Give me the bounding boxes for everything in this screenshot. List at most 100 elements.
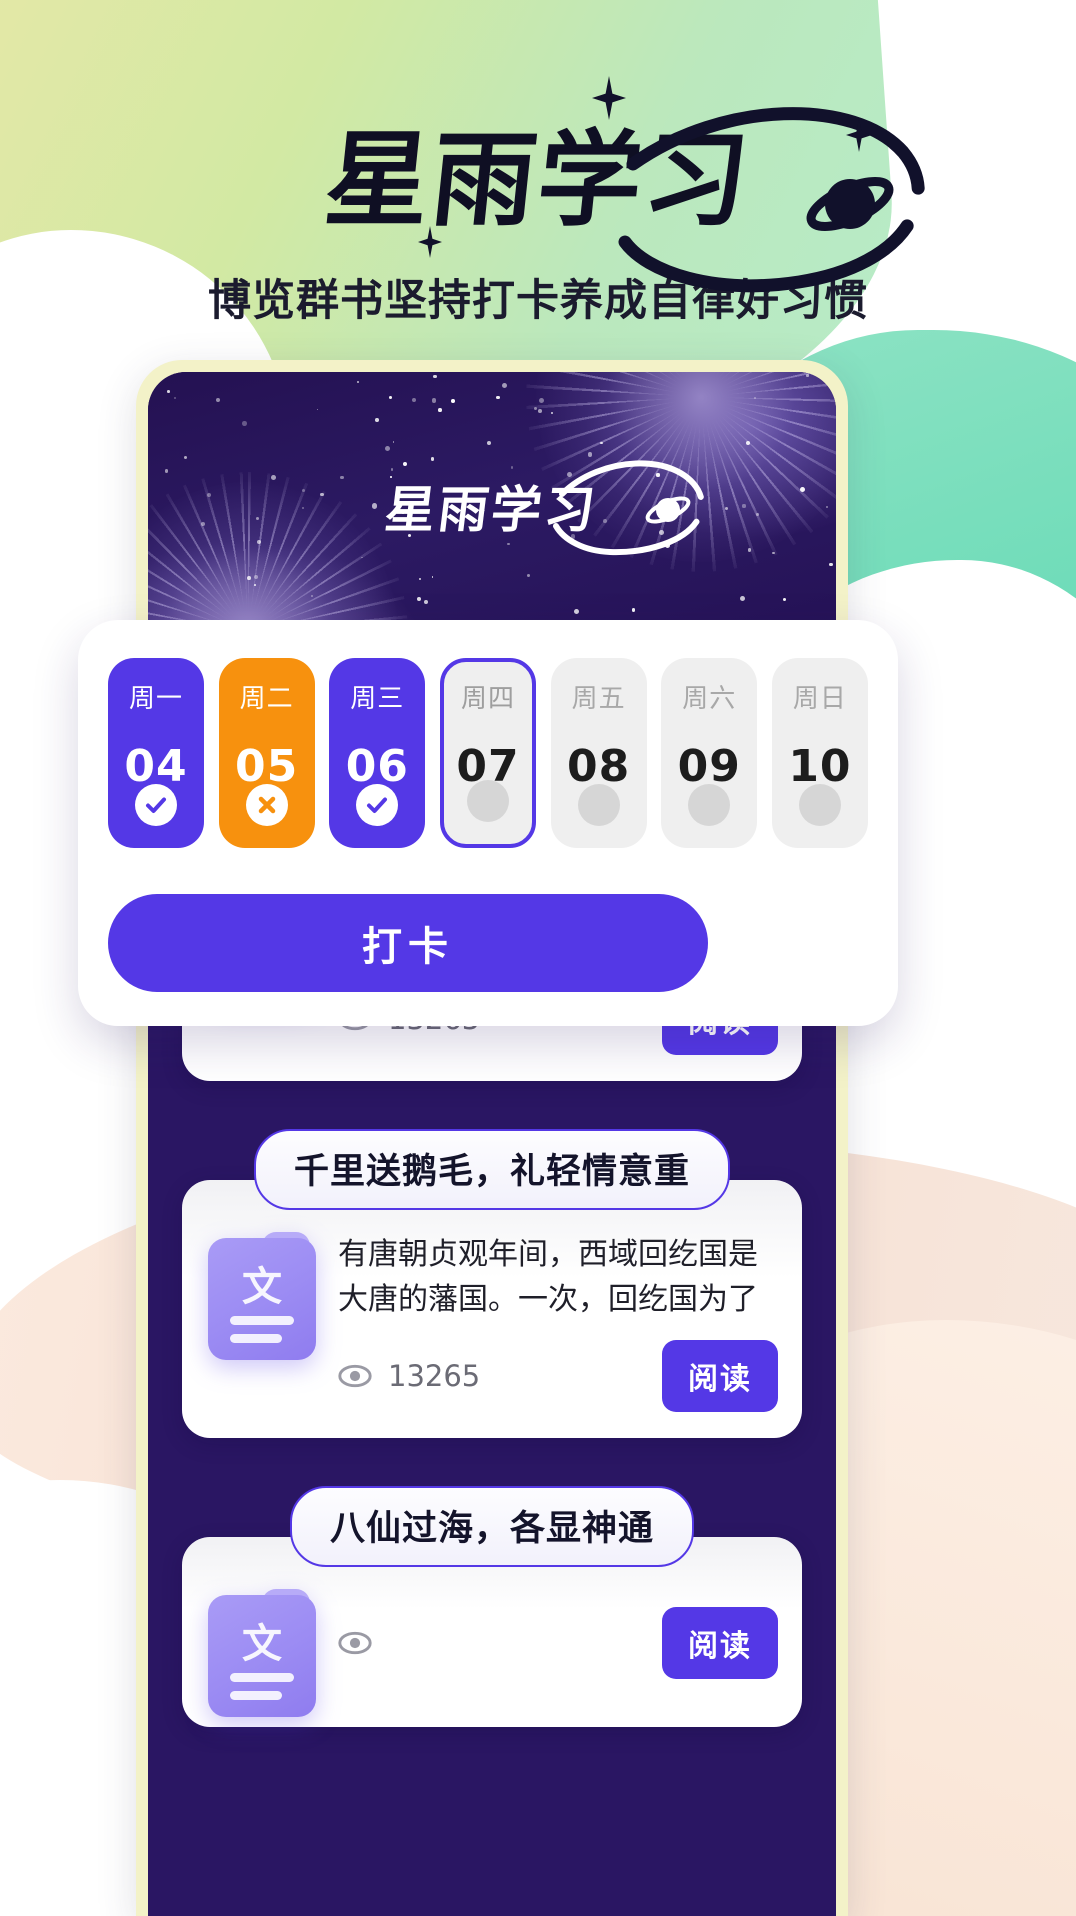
read-button[interactable]: 阅读 [662, 1607, 778, 1679]
cross-icon [258, 796, 275, 814]
article-title: 千里送鹅毛，礼轻情意重 [253, 1129, 730, 1210]
document-icon: 文 [208, 1232, 316, 1360]
day-cell-周日[interactable]: 周日 10 [771, 658, 868, 848]
dot-icon [798, 784, 841, 826]
check-icon [356, 784, 399, 826]
article-title: 八仙过海，各显神通 [289, 1486, 694, 1567]
star-dot [417, 597, 422, 602]
article-main: 有唐朝贞观年间，西域回纥国是大唐的藩国。一次，回纥国为了表示对… 13265 阅读 [338, 1232, 778, 1412]
hero-orbit-planet-icon [553, 460, 705, 556]
cross-icon [245, 784, 288, 826]
star-dot [316, 408, 319, 411]
checkin-card: 周一 04 周二 05 周三 06 周四 07 周五 08 周六 09 周日 10 打卡 [78, 620, 898, 1026]
star-dot [173, 396, 176, 399]
star-dot [782, 598, 786, 602]
star-dot [246, 576, 251, 581]
star-dot [216, 398, 221, 403]
eye-icon [338, 1364, 372, 1388]
article-footer: 13265 阅读 [338, 1340, 778, 1412]
view-count: 13265 [388, 1359, 481, 1393]
day-of-week-label: 周日 [792, 684, 847, 714]
star-dot [496, 395, 500, 399]
day-cell-周六[interactable]: 周六 09 [661, 658, 758, 848]
day-cell-周二[interactable]: 周二 05 [218, 658, 315, 848]
star-dot [739, 596, 746, 602]
day-of-week-label: 周二 [239, 684, 294, 714]
document-icon-line [230, 1691, 282, 1700]
article-body: 文 有唐朝贞观年间，西域回纥国是大唐的藩国。一次，回纥国为了表示对… 13265 阅读 [182, 1180, 802, 1438]
sparkle-icon-1 [592, 76, 626, 120]
star-dot [754, 396, 756, 399]
check-icon [135, 784, 177, 826]
hero-logo: 星雨学习 [148, 470, 836, 542]
read-button[interactable]: 阅读 [662, 1340, 778, 1412]
page-title: 星雨学习 [319, 119, 757, 241]
document-icon-line [230, 1334, 282, 1343]
star-dot [526, 573, 530, 577]
document-icon-glyph: 文 [242, 1621, 282, 1667]
article-card[interactable]: 千里送鹅毛，礼轻情意重文 有唐朝贞观年间，西域回纥国是大唐的藩国。一次，回纥国为了… [182, 1129, 802, 1438]
star-dot [486, 440, 491, 446]
dot-icon [466, 780, 509, 822]
star-dot [538, 409, 542, 413]
check-icon [367, 797, 388, 813]
star-dot [431, 576, 434, 578]
star-dot [430, 457, 435, 462]
sparkle-icon-2 [846, 118, 872, 152]
star-dot [385, 446, 391, 452]
day-of-week-label: 周一 [128, 684, 183, 714]
star-dot [574, 609, 580, 615]
article-main: 阅读 [338, 1589, 778, 1717]
article-card[interactable]: 八仙过海，各显神通文 阅读 [182, 1486, 802, 1727]
star-dot [392, 441, 395, 443]
star-dot [431, 397, 437, 403]
article-footer: 阅读 [338, 1607, 778, 1679]
star-dot [451, 398, 456, 403]
document-icon-line [230, 1673, 294, 1682]
star-dot [631, 608, 635, 612]
sparkle-icon-3 [418, 226, 442, 258]
star-dot [388, 395, 392, 399]
star-dot [829, 562, 833, 567]
day-of-week-label: 周四 [460, 684, 515, 714]
promo-header: 星雨学习 博览群书坚持打卡养成自律好习惯 [0, 0, 1076, 328]
star-dot [806, 374, 809, 377]
phone-mockup: 星雨学习 鞠躬尽瘁，死而后已文诸葛亮，在中国人的心目中，是聪明与智慧的化身。他上… [136, 360, 848, 1916]
star-dot [600, 441, 603, 445]
star-dot [507, 542, 510, 546]
star-dot [501, 382, 508, 388]
star-dot [361, 556, 363, 559]
star-dot [254, 584, 256, 586]
star-dot [539, 397, 545, 403]
star-dot [424, 599, 429, 604]
title-block: 星雨学习 [258, 107, 925, 293]
phone-screen: 星雨学习 鞠躬尽瘁，死而后已文诸葛亮，在中国人的心目中，是聪明与智慧的化身。他上… [148, 372, 836, 1916]
week-strip[interactable]: 周一 04 周二 05 周三 06 周四 07 周五 08 周六 09 周日 10 [108, 658, 868, 848]
dot-icon [688, 784, 731, 826]
day-of-week-label: 周六 [682, 684, 737, 714]
star-dot [402, 461, 407, 466]
checkin-button[interactable]: 打卡 [108, 894, 708, 992]
star-dot [166, 390, 170, 393]
app-promo-screenshot: 星雨学习 博览群书坚持打卡养成自律好习惯 星雨学习 千里送鹅毛，礼轻情意重 文 … [0, 0, 1076, 1916]
day-cell-周四[interactable]: 周四 07 [439, 658, 536, 848]
star-dot [511, 466, 514, 469]
page-subtitle: 博览群书坚持打卡养成自律好习惯 [208, 276, 868, 326]
day-of-week-label: 周五 [571, 684, 626, 714]
day-cell-周五[interactable]: 周五 08 [550, 658, 647, 848]
document-icon-line [230, 1316, 294, 1325]
day-of-week-label: 周三 [350, 684, 405, 714]
star-dot [433, 374, 437, 378]
day-cell-周三[interactable]: 周三 06 [329, 658, 426, 848]
star-dot [357, 380, 360, 384]
document-icon: 文 [208, 1589, 316, 1717]
star-dot [438, 408, 442, 412]
star-dot [412, 398, 417, 403]
check-icon [146, 797, 166, 813]
day-cell-周一[interactable]: 周一 04 [108, 658, 204, 848]
dot-icon [577, 784, 620, 826]
eye-icon [338, 1631, 372, 1655]
star-dot [183, 455, 188, 460]
document-icon-glyph: 文 [242, 1264, 282, 1310]
star-dot [418, 577, 422, 581]
